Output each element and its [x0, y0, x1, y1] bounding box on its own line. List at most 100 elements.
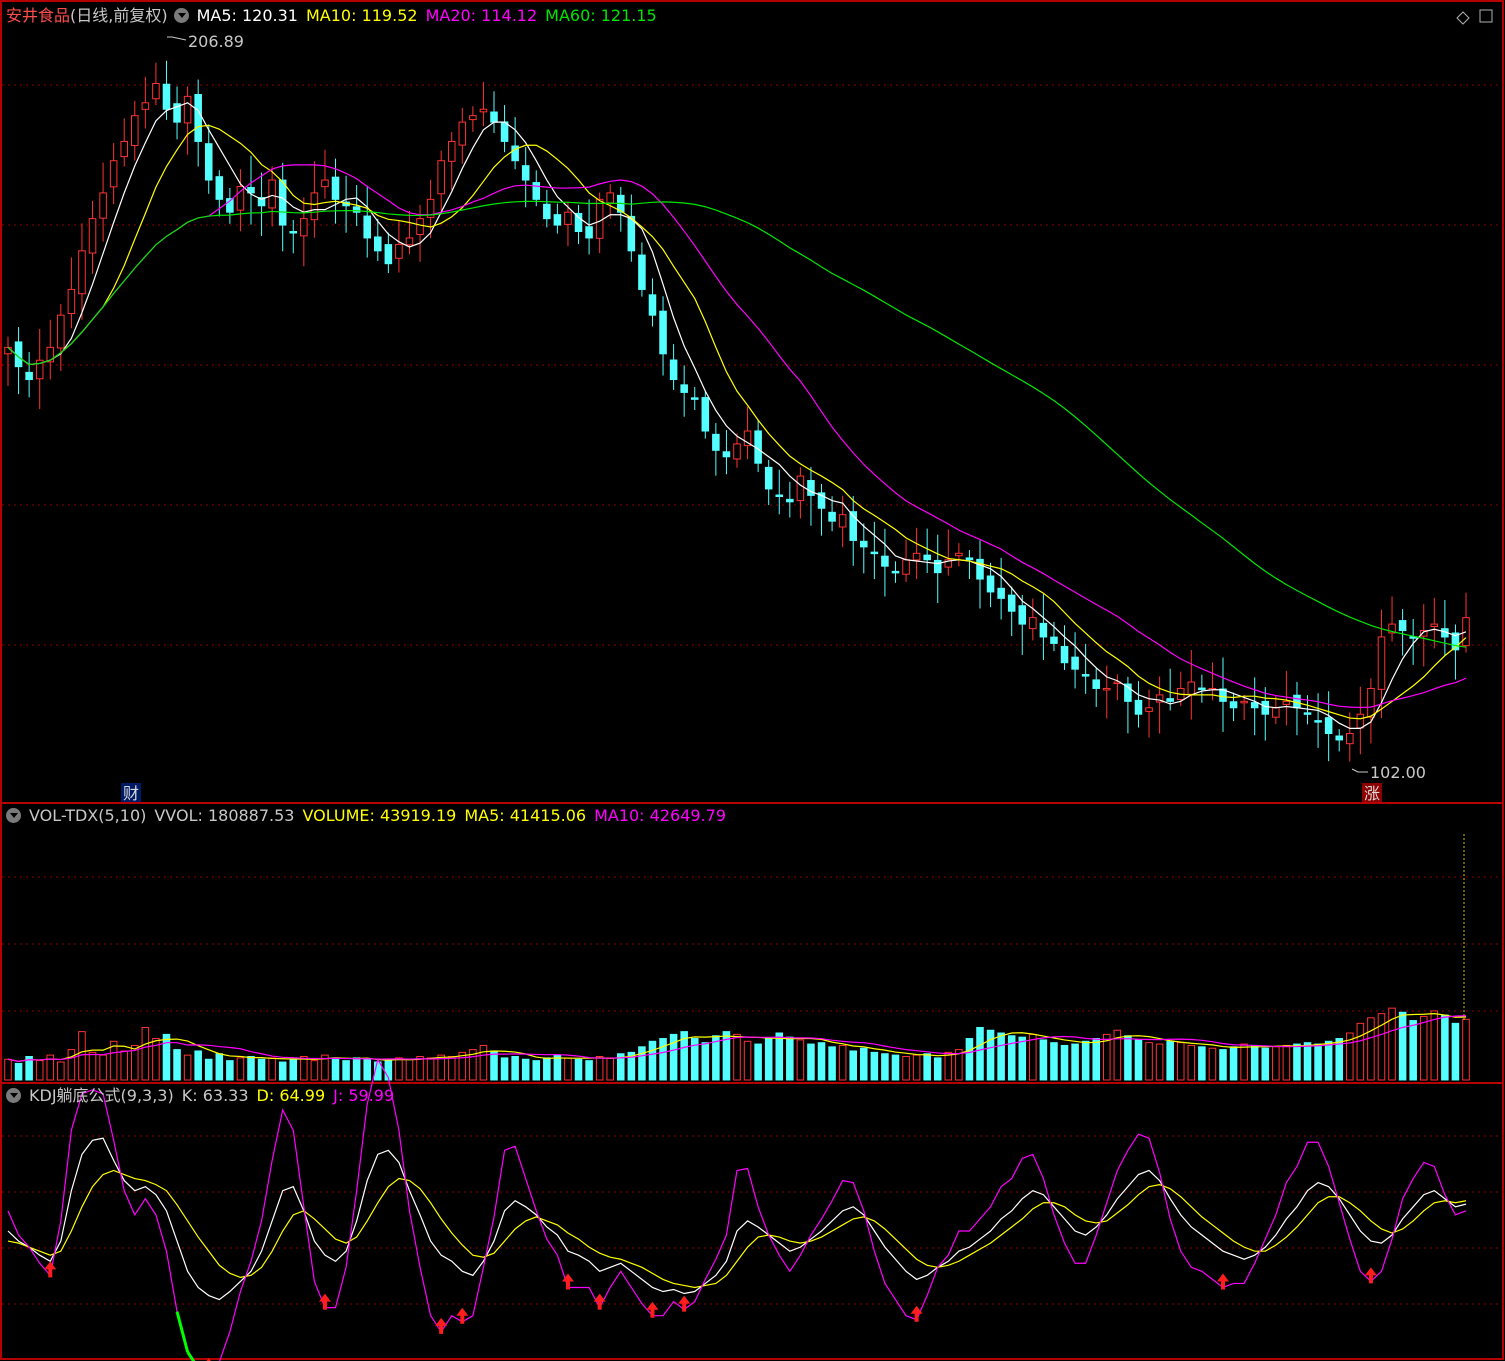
volume-bar: [99, 1054, 107, 1081]
volume-bar: [226, 1060, 234, 1081]
volume-panel-header: VOL-TDX(5,10) VVOL: 180887.53 VOLUME: 4391…: [0, 805, 1500, 827]
volume-bar: [1166, 1040, 1174, 1081]
volume-bar: [331, 1057, 340, 1081]
candle-body: [1166, 698, 1174, 702]
candle-body: [1198, 687, 1206, 691]
candle-body: [416, 218, 424, 235]
candle-body: [447, 140, 456, 162]
ma10-value: MA10: 119.52: [305, 6, 418, 25]
kdj-k-line: [7, 1137, 1467, 1301]
candle-body: [648, 294, 657, 316]
candle-body: [1303, 712, 1312, 715]
period-label[interactable]: (日线,前复权): [70, 6, 168, 25]
volume-bar: [701, 1042, 710, 1081]
buy-arrow-icon: [1217, 1273, 1229, 1290]
candle-body: [585, 226, 593, 239]
volume-bar: [247, 1056, 255, 1081]
volume-bar: [521, 1058, 530, 1081]
candle-body: [458, 121, 467, 146]
volume-bar: [1250, 1044, 1259, 1081]
candle-body: [278, 179, 287, 226]
candle-body: [204, 143, 213, 181]
candle-body: [881, 555, 889, 567]
volume-bar: [595, 1056, 604, 1081]
volume-bar: [1261, 1047, 1270, 1081]
volume-bar: [923, 1053, 931, 1081]
volume-bar: [67, 1049, 76, 1081]
kdj-panel-header: KDJ躺底公式(9,3,3) K: 63.33 D: 64.99 J: 59.99: [0, 1085, 1500, 1107]
volume-bar: [743, 1040, 752, 1081]
dropdown-icon[interactable]: [173, 8, 189, 23]
candle-body: [1092, 679, 1100, 689]
candle-body: [363, 215, 371, 239]
candle-body: [564, 211, 572, 225]
candle-body: [680, 384, 688, 393]
candle-body: [374, 236, 382, 252]
volume-bar: [1451, 1022, 1460, 1081]
candle-body: [722, 451, 731, 458]
candle-body: [1103, 687, 1111, 691]
candle-body: [1134, 699, 1143, 715]
candle-body: [57, 314, 65, 349]
candle-body: [638, 254, 646, 290]
candle-body: [479, 108, 488, 113]
volume-bar: [574, 1058, 583, 1081]
vvol-value: VVOL: 180887.53: [154, 806, 295, 825]
candle-body: [1240, 700, 1248, 704]
candle-body: [997, 587, 1005, 599]
candle-body: [902, 559, 910, 575]
volume-bar: [88, 1051, 97, 1081]
buy-arrow-icon: [456, 1307, 469, 1324]
main-panel-header: 安井食品(日线,前复权) MA5: 120.31 MA10: 119.52 MA20:…: [0, 5, 1500, 27]
volume-bar: [289, 1058, 298, 1081]
vol-indicator-name[interactable]: VOL-TDX(5,10): [29, 806, 146, 825]
stock-chart: 206.89 102.00 财 涨: [0, 0, 1504, 1361]
volume-bar: [764, 1038, 773, 1081]
candle-body: [553, 214, 562, 226]
volume-bar: [733, 1033, 741, 1081]
dropdown-icon[interactable]: [6, 808, 21, 823]
volume-bar: [786, 1036, 794, 1081]
high-price-label: 206.89: [188, 32, 244, 51]
volume-bar: [965, 1038, 974, 1081]
candle-body: [1250, 702, 1259, 709]
volume-bar: [416, 1056, 424, 1081]
candle-body: [183, 95, 192, 124]
candle-body: [532, 182, 541, 200]
candle-body: [162, 83, 171, 110]
ma5-line: [7, 102, 1467, 729]
volume-bar: [352, 1057, 361, 1081]
candle-body: [1398, 620, 1407, 632]
volume-bar: [1398, 1011, 1407, 1081]
volume-bar: [395, 1057, 403, 1081]
candle-body: [99, 192, 107, 219]
volume-bar: [648, 1040, 657, 1081]
candle-body: [891, 570, 900, 574]
buy-arrow-icon: [593, 1293, 606, 1310]
volume-bar: [35, 1060, 44, 1081]
volume-bar: [1282, 1044, 1291, 1081]
volume-bar: [204, 1058, 213, 1081]
candle-body: [1272, 707, 1280, 718]
j-value: J: 59.99: [333, 1086, 395, 1105]
candle-body: [521, 165, 530, 181]
candle-body: [733, 443, 741, 460]
volume-bar: [638, 1046, 646, 1081]
volume-bar: [1029, 1033, 1037, 1081]
ma5-value: MA5: 120.31: [196, 6, 298, 25]
ma60-value: MA60: 121.15: [545, 6, 657, 25]
kdj-indicator-name[interactable]: KDJ躺底公式(9,3,3): [29, 1086, 174, 1105]
volume-bar: [1272, 1046, 1280, 1081]
volume-bar: [986, 1029, 995, 1081]
stock-name[interactable]: 安井食品: [6, 6, 70, 25]
volume-bar: [300, 1056, 308, 1081]
volume-bar: [1324, 1040, 1333, 1081]
candle-body: [321, 179, 329, 188]
candle-body: [405, 237, 414, 246]
volume-bar: [532, 1060, 541, 1081]
volume-bar: [902, 1056, 910, 1081]
dropdown-icon[interactable]: [6, 1088, 21, 1103]
volume-bar: [183, 1054, 192, 1081]
candle-body: [1060, 645, 1069, 664]
candle-body: [712, 433, 720, 451]
